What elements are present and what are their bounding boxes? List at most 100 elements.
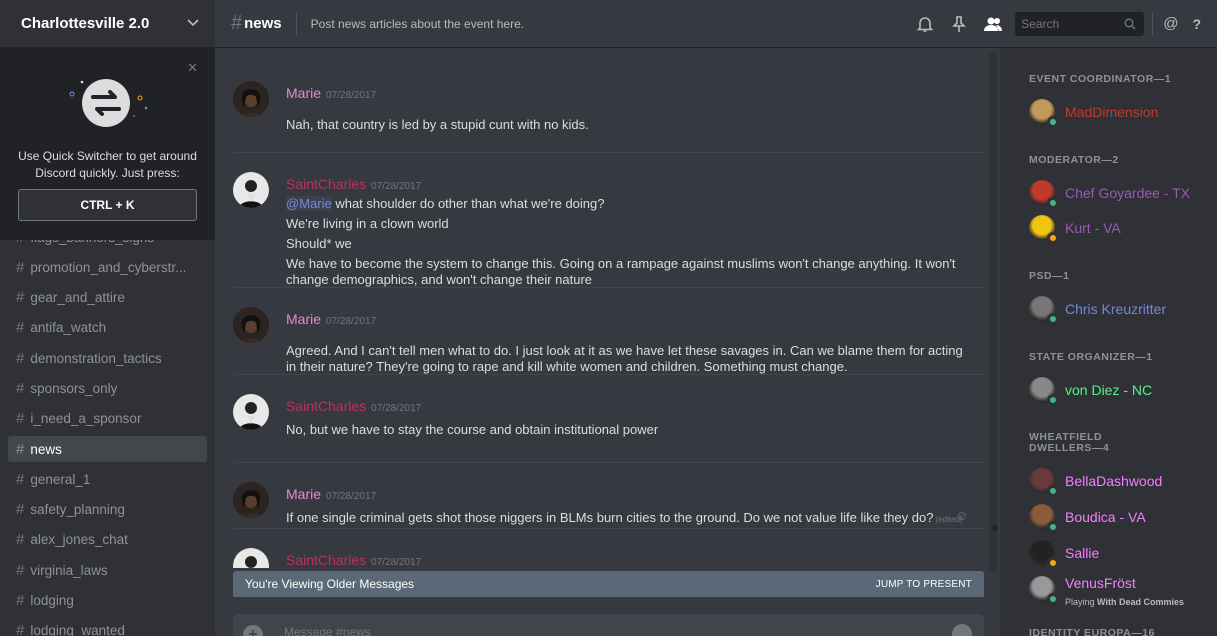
member-item[interactable]: Chef Goyardee - TX: [1029, 177, 1209, 209]
message-line: Nah, that country is led by a stupid cun…: [286, 117, 589, 132]
member-item[interactable]: BellaDashwood: [1029, 465, 1209, 497]
timestamp: 07/28/2017: [326, 90, 377, 101]
timestamp: 07/28/2017: [371, 557, 422, 568]
channel-item-sponsors-only[interactable]: # sponsors_only: [8, 375, 207, 401]
member-name: Boudica - VA: [1065, 509, 1146, 525]
avatar[interactable]: [233, 307, 269, 343]
channel-item-i-need-a-sponsor[interactable]: # i_need_a_sponsor: [8, 406, 207, 432]
username[interactable]: SaintCharles: [286, 176, 366, 192]
avatar[interactable]: [233, 548, 269, 568]
member-item[interactable]: Sallie: [1029, 537, 1209, 569]
channel-item-virginia-laws[interactable]: # virginia_laws: [8, 557, 207, 583]
search-placeholder: Search: [1021, 16, 1060, 31]
message-header: SaintCharles 07/28/2017: [286, 176, 421, 192]
member-item[interactable]: Kurt - VA: [1029, 212, 1209, 244]
member-list-icon[interactable]: [981, 12, 1005, 36]
message-line: If one single criminal gets shot those n…: [286, 510, 934, 525]
channel-item-lodging-wanted[interactable]: # lodging_wanted: [8, 618, 207, 636]
scrollbar-thumb[interactable]: [992, 525, 998, 531]
quick-switcher-text: Use Quick Switcher to get around Discord…: [18, 149, 197, 180]
timestamp: 07/28/2017: [371, 403, 422, 414]
close-icon[interactable]: ✕: [187, 60, 198, 76]
search-input[interactable]: Search: [1015, 11, 1145, 36]
channel-item-antifa-watch[interactable]: # antifa_watch: [8, 315, 207, 341]
message-line: change demographics, and won't change th…: [286, 272, 593, 287]
avatar[interactable]: [233, 394, 269, 430]
quick-switcher-illustration: [69, 79, 148, 127]
channel-header: # news Post news articles about the even…: [215, 0, 1217, 48]
activity-prefix: Playing: [1065, 597, 1098, 607]
member-category: IDENTITY EUROPA—16: [1029, 627, 1155, 636]
member-avatar: [1029, 180, 1059, 209]
help-icon[interactable]: ?: [1192, 16, 1201, 32]
message-input[interactable]: Message #news: [284, 625, 371, 636]
channel-item-general-1[interactable]: # general_1: [8, 466, 207, 492]
message-line: We have to become the system to change t…: [286, 256, 956, 271]
message-header: Marie 07/28/2017: [286, 85, 376, 101]
channel-item-alex-jones-chat[interactable]: # alex_jones_chat: [8, 527, 207, 553]
channel-name: lodging: [30, 593, 74, 609]
avatar[interactable]: [233, 81, 269, 117]
message-list: Marie 07/28/2017 Nah, that country is led …: [215, 48, 1000, 568]
scrollbar-track[interactable]: [989, 52, 997, 572]
username[interactable]: SaintCharles: [286, 552, 366, 568]
channel-item-news[interactable]: # news: [8, 436, 207, 463]
emoji-icon[interactable]: [952, 624, 972, 636]
pin-icon[interactable]: [947, 12, 971, 36]
username[interactable]: Marie: [286, 486, 321, 502]
channel-list: #flags_banners_signs#promotion_and_cyber…: [0, 224, 215, 636]
add-reaction-icon[interactable]: ☺: [955, 508, 968, 523]
member-category: WHEATFIELD DWELLERS—4: [1029, 431, 1110, 454]
member-activity: Playing With Dead Commies: [1065, 597, 1184, 607]
jump-to-present-button[interactable]: JUMP TO PRESENT: [876, 579, 972, 590]
message-line: what shoulder do other than what we're d…: [335, 196, 605, 211]
message-group: SaintCharles07/28/2017Do you think if we…: [233, 528, 984, 568]
channel-item-demonstration-tactics[interactable]: # demonstration_tactics: [8, 345, 207, 371]
member-category: MODERATOR—2: [1029, 154, 1119, 166]
message-header: SaintCharles 07/28/2017: [286, 552, 421, 568]
shortcut-button[interactable]: CTRL + K: [18, 189, 197, 221]
member-item[interactable]: VenusFröst Playing With Dead Commies: [1029, 573, 1209, 607]
hash-icon: #: [16, 289, 25, 307]
status-indicator: [1047, 232, 1059, 244]
username[interactable]: SaintCharles: [286, 398, 366, 414]
chevron-down-icon[interactable]: [187, 18, 199, 30]
channel-name: general_1: [30, 471, 91, 487]
header-toolbar: Search @ ?: [913, 0, 1217, 47]
member-item[interactable]: Boudica - VA: [1029, 501, 1209, 533]
member-avatar: [1029, 296, 1059, 325]
hash-icon: #: [16, 258, 25, 276]
discord-window: Charlottesville 2.0 #flags_banners_signs…: [0, 0, 1217, 636]
guild-header[interactable]: Charlottesville 2.0: [0, 0, 215, 48]
hash-icon: #: [16, 410, 25, 428]
channel-item-lodging[interactable]: # lodging: [8, 588, 207, 614]
hash-icon: #: [16, 349, 25, 367]
channel-name: sponsors_only: [30, 380, 118, 396]
member-avatar: [1029, 540, 1059, 569]
member-item[interactable]: MadDimension: [1029, 96, 1209, 128]
member-item[interactable]: von Diez - NC: [1029, 374, 1209, 406]
channel-sidebar: Charlottesville 2.0 #flags_banners_signs…: [0, 0, 215, 636]
message-text: Nah, that country is led by a stupid cun…: [286, 117, 966, 133]
guild-name: Charlottesville 2.0: [21, 15, 150, 32]
avatar[interactable]: [233, 172, 269, 208]
channel-item-gear-and-attire[interactable]: # gear_and_attire: [8, 285, 207, 311]
channel-item-safety-planning[interactable]: # safety_planning: [8, 497, 207, 523]
member-list: EVENT COORDINATOR—1 MadDimension MODERATOR…: [1000, 48, 1217, 636]
avatar[interactable]: [233, 482, 269, 518]
bell-icon[interactable]: [913, 12, 937, 36]
member-item[interactable]: Chris Kreuzritter: [1029, 293, 1209, 325]
message-group: SaintCharles 07/28/2017 No, but we have to…: [233, 374, 984, 462]
username[interactable]: Marie: [286, 85, 321, 101]
upload-plus-icon[interactable]: +: [243, 625, 263, 636]
hash-icon: #: [16, 379, 25, 397]
activity-name: With Dead Commies: [1097, 597, 1184, 607]
message-header: SaintCharles 07/28/2017: [286, 398, 421, 414]
channel-item-promotion-and-cyberstr[interactable]: # promotion_and_cyberstr...: [8, 254, 207, 280]
mentions-icon[interactable]: @: [1163, 15, 1178, 32]
message-composer[interactable]: + Message #news: [233, 614, 984, 636]
username[interactable]: Marie: [286, 311, 321, 327]
user-mention[interactable]: @Marie: [286, 196, 332, 211]
message-text: Should* we: [286, 236, 966, 252]
message-group: Marie 07/28/2017 Agreed. And I can't tell …: [233, 287, 984, 374]
